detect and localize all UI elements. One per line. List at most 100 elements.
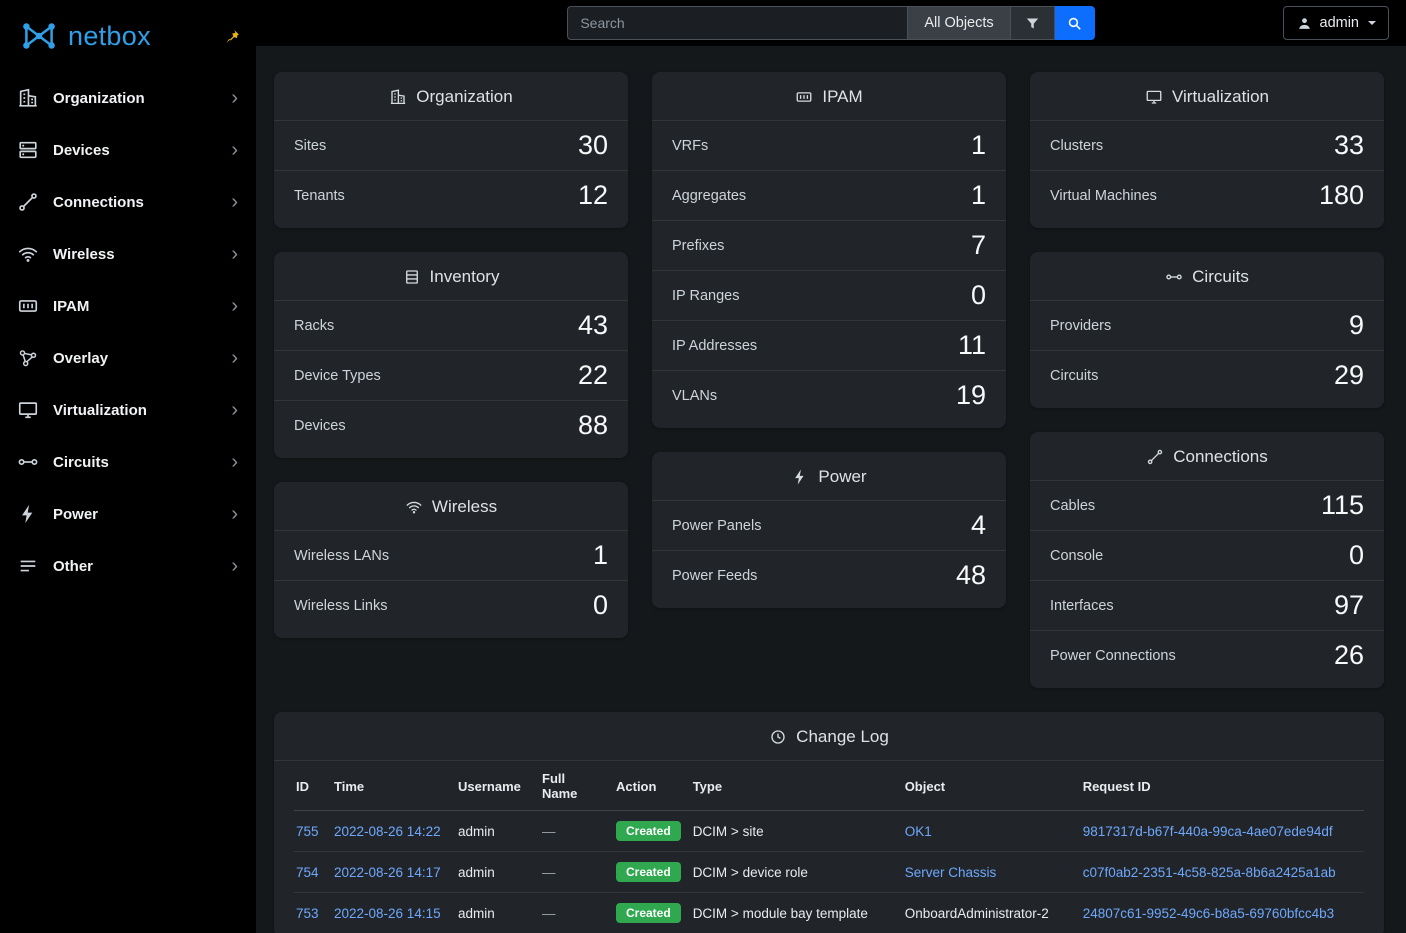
- stat-value[interactable]: 4: [971, 512, 986, 539]
- sidebar-item-other[interactable]: Other ›: [0, 540, 256, 592]
- stat-value[interactable]: 48: [956, 562, 986, 589]
- request-id-link[interactable]: 24807c61-9952-49c6-b8a5-69760bfcc4b3: [1083, 906, 1334, 921]
- stat-label[interactable]: IP Addresses: [672, 338, 757, 354]
- changelog-table: ID Time Username Full Name Action Type O…: [294, 761, 1364, 933]
- stat-label[interactable]: Racks: [294, 318, 334, 334]
- stat-label[interactable]: Virtual Machines: [1050, 188, 1157, 204]
- change-username: admin: [458, 824, 495, 839]
- stat-value[interactable]: 19: [956, 382, 986, 409]
- filter-button[interactable]: [1011, 6, 1055, 40]
- column-header-full-name: Full Name: [540, 761, 614, 811]
- sidebar-item-connections[interactable]: Connections ›: [0, 176, 256, 228]
- stat-value[interactable]: 0: [971, 282, 986, 309]
- stat-racks: Racks 43: [274, 300, 628, 350]
- dashboard-grid: Organization Sites 30 Tenants 12: [274, 72, 1384, 688]
- stat-label[interactable]: Cables: [1050, 498, 1095, 514]
- stat-value[interactable]: 97: [1334, 592, 1364, 619]
- column-header-type: Type: [691, 761, 903, 811]
- sidebar-item-overlay[interactable]: Overlay ›: [0, 332, 256, 384]
- change-id-link[interactable]: 755: [296, 824, 319, 839]
- search-button[interactable]: [1055, 6, 1095, 40]
- stat-value[interactable]: 33: [1334, 132, 1364, 159]
- stat-label[interactable]: Power Connections: [1050, 648, 1176, 664]
- column-header-time: Time: [332, 761, 456, 811]
- stat-label[interactable]: Power Panels: [672, 518, 761, 534]
- stat-label[interactable]: Providers: [1050, 318, 1111, 334]
- connections-icon: [17, 191, 39, 213]
- sidebar-item-circuits[interactable]: Circuits ›: [0, 436, 256, 488]
- stat-label[interactable]: Devices: [294, 418, 346, 434]
- stat-label[interactable]: Aggregates: [672, 188, 746, 204]
- change-username: admin: [458, 865, 495, 880]
- stat-value[interactable]: 22: [578, 362, 608, 389]
- stat-label[interactable]: Power Feeds: [672, 568, 757, 584]
- pin-sidebar-icon[interactable]: [225, 29, 240, 44]
- stat-label[interactable]: Device Types: [294, 368, 381, 384]
- change-time-link[interactable]: 2022-08-26 14:22: [334, 824, 441, 839]
- change-id-link[interactable]: 753: [296, 906, 319, 921]
- stat-label[interactable]: Sites: [294, 138, 326, 154]
- stat-label[interactable]: VLANs: [672, 388, 717, 404]
- stat-power-connections: Power Connections 26: [1030, 630, 1384, 680]
- sidebar-item-label: Organization: [53, 90, 217, 107]
- search-input[interactable]: [567, 6, 907, 40]
- change-object-link[interactable]: OK1: [905, 824, 932, 839]
- user-menu-button[interactable]: admin: [1283, 6, 1390, 40]
- stat-label[interactable]: Console: [1050, 548, 1103, 564]
- request-id-link[interactable]: 9817317d-b67f-440a-99ca-4ae07ede94df: [1083, 824, 1333, 839]
- change-object-link[interactable]: Server Chassis: [905, 865, 997, 880]
- chevron-right-icon: ›: [231, 244, 238, 264]
- stat-label[interactable]: VRFs: [672, 138, 708, 154]
- sidebar-item-devices[interactable]: Devices ›: [0, 124, 256, 176]
- stat-value[interactable]: 7: [971, 232, 986, 259]
- sidebar-item-wireless[interactable]: Wireless ›: [0, 228, 256, 280]
- chevron-right-icon: ›: [231, 452, 238, 472]
- dashboard-column-1: Organization Sites 30 Tenants 12: [274, 72, 628, 638]
- stat-value[interactable]: 1: [971, 132, 986, 159]
- stat-value[interactable]: 12: [578, 182, 608, 209]
- ipam-icon: [17, 295, 39, 317]
- stat-value[interactable]: 29: [1334, 362, 1364, 389]
- stat-label[interactable]: Clusters: [1050, 138, 1103, 154]
- stat-label[interactable]: Wireless LANs: [294, 548, 389, 564]
- card-virtualization: Virtualization Clusters 33 Virtual Machi…: [1030, 72, 1384, 228]
- stat-label[interactable]: IP Ranges: [672, 288, 739, 304]
- stat-label[interactable]: Interfaces: [1050, 598, 1114, 614]
- change-type: DCIM > device role: [693, 865, 808, 880]
- stat-value[interactable]: 180: [1319, 182, 1364, 209]
- stat-value[interactable]: 88: [578, 412, 608, 439]
- sidebar-item-organization[interactable]: Organization ›: [0, 72, 256, 124]
- stat-label[interactable]: Prefixes: [672, 238, 724, 254]
- user-icon: [1296, 15, 1313, 32]
- stat-value[interactable]: 11: [958, 332, 986, 359]
- sidebar-item-label: Connections: [53, 194, 217, 211]
- change-id-link[interactable]: 754: [296, 865, 319, 880]
- card-title: Organization: [416, 87, 512, 107]
- stat-value[interactable]: 1: [593, 542, 608, 569]
- change-object: OnboardAdministrator-2: [905, 906, 1049, 921]
- stat-value[interactable]: 0: [593, 592, 608, 619]
- sidebar-item-power[interactable]: Power ›: [0, 488, 256, 540]
- sidebar-item-ipam[interactable]: IPAM ›: [0, 280, 256, 332]
- stat-value[interactable]: 26: [1334, 642, 1364, 669]
- request-id-link[interactable]: c07f0ab2-2351-4c58-825a-8b6a2425a1ab: [1083, 865, 1336, 880]
- stat-value[interactable]: 43: [578, 312, 608, 339]
- stat-label[interactable]: Circuits: [1050, 368, 1098, 384]
- stat-value[interactable]: 115: [1321, 492, 1364, 519]
- change-time-link[interactable]: 2022-08-26 14:15: [334, 906, 441, 921]
- sidebar-item-virtualization[interactable]: Virtualization ›: [0, 384, 256, 436]
- stat-value[interactable]: 30: [578, 132, 608, 159]
- stat-value[interactable]: 0: [1349, 542, 1364, 569]
- object-type-dropdown[interactable]: All Objects: [907, 6, 1010, 40]
- stat-devices: Devices 88: [274, 400, 628, 450]
- stat-value[interactable]: 9: [1349, 312, 1364, 339]
- netbox-home-link[interactable]: netbox: [0, 0, 256, 72]
- organization-icon: [17, 87, 39, 109]
- stat-label[interactable]: Tenants: [294, 188, 345, 204]
- stat-label[interactable]: Wireless Links: [294, 598, 387, 614]
- stat-circuits: Circuits 29: [1030, 350, 1384, 400]
- stat-vrfs: VRFs 1: [652, 120, 1006, 170]
- card-organization: Organization Sites 30 Tenants 12: [274, 72, 628, 228]
- change-time-link[interactable]: 2022-08-26 14:17: [334, 865, 441, 880]
- stat-value[interactable]: 1: [971, 182, 986, 209]
